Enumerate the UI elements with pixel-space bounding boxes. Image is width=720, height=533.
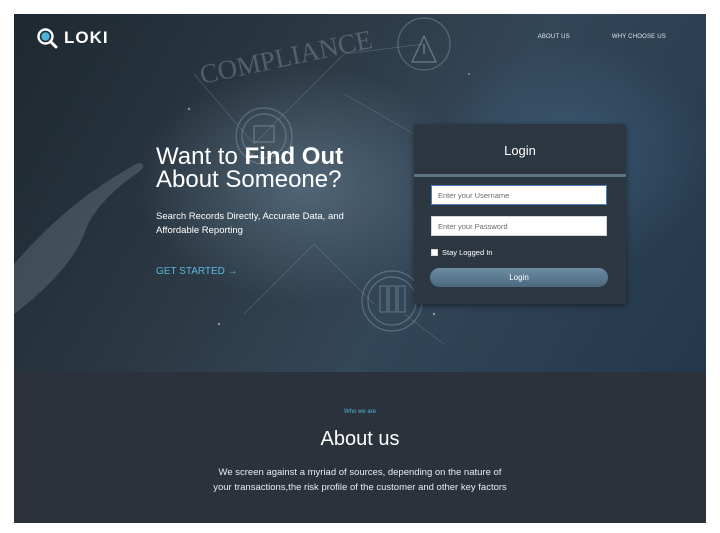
stay-logged-in-label: Stay Logged In xyxy=(442,248,493,257)
brand-logo[interactable]: LOKI xyxy=(36,27,109,49)
login-card: Login Stay Logged In Login xyxy=(414,124,626,304)
nav-link-about-us[interactable]: ABOUT US xyxy=(538,34,570,40)
page-frame: COMPLIANCE LOKI ABOUT US WHY CHOOSE US W… xyxy=(14,14,706,523)
magnifier-logo-icon xyxy=(37,28,58,49)
nav-link-why-choose-us[interactable]: WHY CHOOSE US xyxy=(612,34,666,40)
stay-logged-in-option[interactable]: Stay Logged In xyxy=(431,248,492,257)
background-word-compliance: COMPLIANCE xyxy=(197,24,375,90)
top-nav: ABOUT US WHY CHOOSE US xyxy=(538,34,666,40)
login-divider xyxy=(414,174,626,177)
brand-name: LOKI xyxy=(64,28,109,47)
about-description: We screen against a myriad of sources, d… xyxy=(213,467,507,493)
password-input[interactable] xyxy=(431,216,607,236)
login-title: Login xyxy=(504,143,536,158)
hero-section: COMPLIANCE LOKI ABOUT US WHY CHOOSE US W… xyxy=(14,14,706,372)
about-eyebrow: Who we are xyxy=(343,409,376,415)
username-input[interactable] xyxy=(431,185,607,205)
hero-subtext: Search Records Directly, Accurate Data, … xyxy=(156,211,344,236)
headline-line2: About Someone? xyxy=(156,166,342,193)
get-started-link[interactable]: GET STARTED → xyxy=(156,266,238,277)
about-title: About us xyxy=(320,428,400,450)
hero-headline: Want to Find Out About Someone? xyxy=(156,145,343,193)
hand-illustration xyxy=(14,163,143,314)
login-button[interactable]: Login xyxy=(430,268,608,287)
stay-logged-in-checkbox[interactable] xyxy=(431,249,438,256)
about-section: Who we are About us We screen against a … xyxy=(14,372,706,523)
